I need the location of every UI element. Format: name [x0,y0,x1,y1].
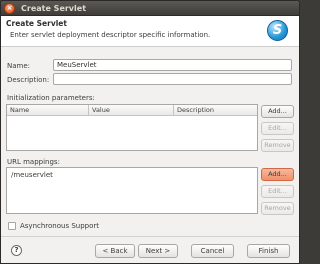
list-item[interactable]: /meuservlet [11,171,53,179]
init-params-table[interactable]: Name Value Description [6,104,258,151]
back-button[interactable]: < Back [95,244,135,258]
description-field[interactable] [53,73,292,85]
url-mappings-label: URL mappings: [7,158,60,166]
init-params-remove-button[interactable]: Remove [261,139,294,152]
url-mappings-add-button[interactable]: Add... [261,168,294,181]
init-params-add-button[interactable]: Add... [261,105,294,118]
wizard-header: Create Servlet Enter servlet deployment … [1,16,299,47]
title-bar: × Create Servlet [1,1,299,16]
column-header-description[interactable]: Description [174,105,258,115]
url-mappings-list[interactable]: /meuservlet [6,167,258,214]
next-button[interactable]: Next > [138,244,178,258]
async-support-label[interactable]: Asynchronous Support [20,222,99,230]
column-header-value[interactable]: Value [89,105,174,115]
name-field[interactable]: MeuServlet [53,59,292,71]
name-label: Name: [7,62,31,70]
url-mappings-edit-button[interactable]: Edit... [261,185,294,198]
wizard-page-description: Enter servlet deployment descriptor spec… [10,31,211,39]
close-icon: × [6,4,13,12]
servlet-wizard-icon: S [267,20,288,41]
help-icon[interactable]: ? [11,245,22,256]
window-title: Create Servlet [21,4,87,13]
init-params-label: Initialization parameters: [7,94,95,102]
create-servlet-dialog: × Create Servlet Create Servlet Enter se… [0,0,300,264]
wizard-page-title: Create Servlet [6,19,67,28]
init-params-edit-button[interactable]: Edit... [261,122,294,135]
async-support-checkbox[interactable] [8,222,16,230]
init-params-table-header: Name Value Description [7,105,257,116]
url-mappings-remove-button[interactable]: Remove [261,202,294,215]
close-window-button[interactable]: × [4,3,15,14]
footer-divider [1,236,299,237]
cancel-button[interactable]: Cancel [191,244,234,258]
description-label: Description: [7,76,50,84]
finish-button[interactable]: Finish [247,244,290,258]
column-header-name[interactable]: Name [7,105,89,115]
